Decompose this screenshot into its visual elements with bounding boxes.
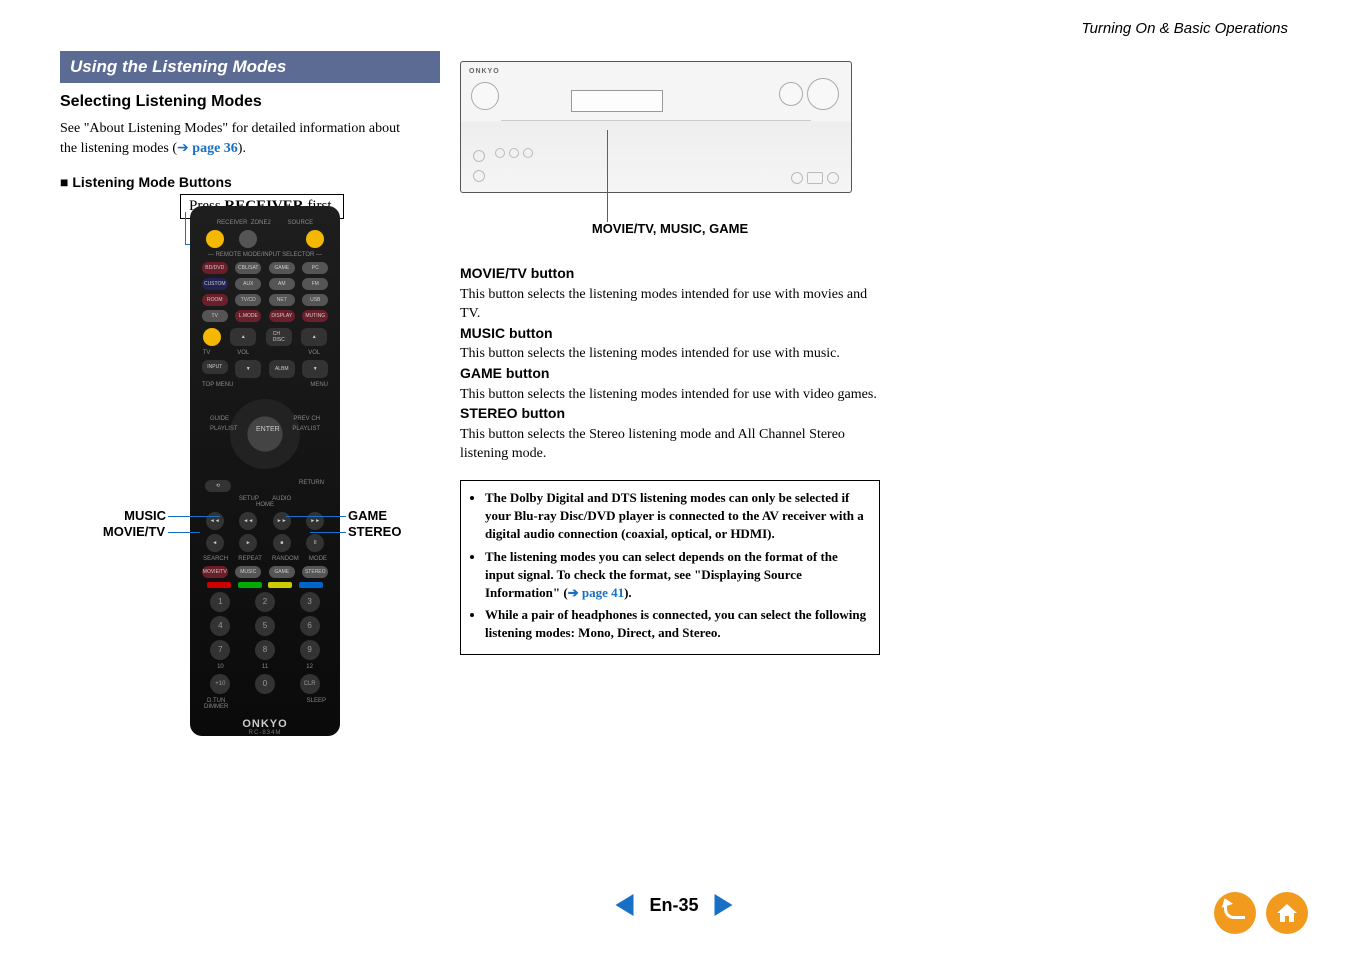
- music-title: MUSIC: [460, 325, 505, 341]
- page-number: En-35: [649, 895, 698, 916]
- chapter-title: Turning On & Basic Operations: [60, 20, 1288, 37]
- note-2-arrow: ➔: [568, 585, 582, 600]
- note-3: While a pair of headphones is connected,…: [485, 606, 869, 642]
- receiver-brand: ONKYO: [469, 68, 500, 75]
- movie-tv-suffix: button: [527, 265, 574, 281]
- note-2: The listening modes you can select depen…: [485, 548, 869, 603]
- receiver-image: ONKYO: [460, 61, 852, 193]
- note-2a: The listening modes you can select depen…: [485, 549, 838, 600]
- music-desc: This button selects the listening modes …: [460, 344, 880, 364]
- remote-diagram: Press RECEIVER first. RECEIVER ZONE2 SOU…: [60, 198, 420, 758]
- movie-tv-desc: This button selects the listening modes …: [460, 285, 880, 324]
- page-link-41[interactable]: ➔ page 41: [568, 585, 624, 600]
- page-link-36[interactable]: ➔ page 36: [177, 141, 238, 156]
- notes-box: The Dolby Digital and DTS listening mode…: [460, 480, 880, 656]
- stereo-title: STEREO: [460, 405, 518, 421]
- remote-model: RC-834M: [198, 730, 332, 736]
- game-desc: This button selects the listening modes …: [460, 385, 880, 405]
- label-music: MUSIC: [116, 508, 166, 523]
- link-text: page 36: [192, 141, 238, 156]
- label-game: GAME: [348, 508, 387, 523]
- note-2-link: page 41: [582, 585, 624, 600]
- next-page-icon[interactable]: [715, 894, 733, 916]
- remote-brand: ONKYO: [198, 718, 332, 730]
- remote-image: RECEIVER ZONE2 SOURCE — REMOTE MODE/INPU…: [190, 206, 340, 736]
- link-arrow: ➔: [177, 141, 192, 156]
- subsection-buttons: Listening Mode Buttons: [60, 174, 420, 190]
- game-title: GAME: [460, 365, 502, 381]
- page-footer: En-35: [0, 894, 1348, 934]
- home-icon[interactable]: [1266, 892, 1308, 934]
- receiver-caption: MOVIE/TV, MUSIC, GAME: [460, 221, 880, 236]
- stereo-desc: This button selects the Stereo listening…: [460, 425, 880, 464]
- music-suffix: button: [505, 325, 552, 341]
- movie-tv-title: MOVIE/TV: [460, 265, 527, 281]
- intro-paragraph: See "About Listening Modes" for detailed…: [60, 119, 420, 160]
- game-suffix: button: [502, 365, 549, 381]
- stereo-suffix: button: [518, 405, 565, 421]
- label-stereo: STEREO: [348, 524, 401, 539]
- note-1: The Dolby Digital and DTS listening mode…: [485, 489, 869, 544]
- section-heading: Using the Listening Modes: [60, 51, 440, 83]
- label-movie-tv: MOVIE/TV: [95, 524, 165, 539]
- note-2b: ).: [624, 585, 632, 600]
- prev-page-icon[interactable]: [615, 894, 633, 916]
- back-icon[interactable]: [1214, 892, 1256, 934]
- subsection-selecting: Selecting Listening Modes: [60, 93, 420, 111]
- intro-text-2: ).: [238, 141, 246, 156]
